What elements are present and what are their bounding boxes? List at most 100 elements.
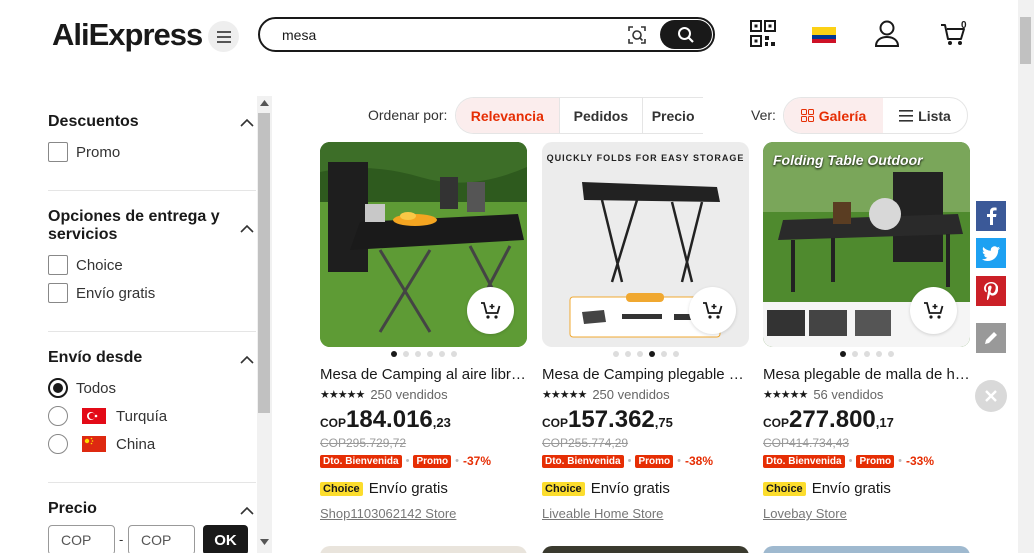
original-price: COP295.729,72 (320, 436, 407, 450)
product-card[interactable]: Mesa de Camping al aire libre plegable ★… (320, 142, 527, 532)
store-link[interactable]: Lovebay Store (763, 506, 847, 521)
product-rating: ★★★★★ 250 vendidos (542, 387, 670, 402)
original-price: COP255.774,29 (542, 436, 629, 450)
product-price: COP157.362,75 (542, 406, 673, 433)
account-icon[interactable] (874, 20, 900, 53)
twitter-share-button[interactable] (976, 238, 1006, 268)
ships-from-title: Envío desde (48, 349, 143, 366)
search-bar (258, 17, 715, 52)
close-icon (985, 390, 997, 402)
product-title[interactable]: Mesa de Camping al aire libre plegable (320, 366, 527, 383)
product-price: COP277.800,17 (763, 406, 894, 433)
ships-from-china[interactable]: China (48, 434, 155, 454)
filter-choice[interactable]: Choice (48, 255, 123, 275)
qr-code-icon[interactable] (750, 20, 776, 53)
sort-label: Ordenar por: (368, 107, 448, 123)
search-input[interactable] (282, 25, 612, 45)
ships-from-turkey[interactable]: Turquía (48, 406, 167, 426)
chevron-up-icon[interactable] (240, 114, 254, 132)
original-price: COP414.734,43 (763, 436, 850, 450)
filter-promo[interactable]: Promo (48, 142, 120, 162)
add-to-cart-button[interactable] (910, 287, 957, 334)
search-icon (678, 26, 694, 43)
china-flag-icon (82, 436, 106, 452)
pinterest-icon (984, 282, 998, 300)
promo-badges: Dto. Bienvenida • Promo • -38% (542, 454, 713, 468)
product-title[interactable]: Mesa de Camping plegable portátil (542, 366, 749, 383)
star-rating-icon: ★★★★★ (320, 389, 365, 401)
list-icon (899, 109, 914, 122)
cart-count: 0 (961, 20, 967, 31)
filter-sidebar: Descuentos Promo Opciones de entrega y s… (48, 96, 258, 553)
image-carousel-dots[interactable] (763, 351, 970, 357)
add-cart-icon (702, 301, 722, 319)
add-cart-icon (923, 301, 943, 319)
header: AliExpress 0 (0, 0, 1018, 70)
twitter-icon (982, 245, 1000, 261)
product-card-next[interactable] (320, 546, 527, 553)
star-rating-icon: ★★★★★ (542, 389, 587, 401)
product-image[interactable]: QUICKLY FOLDS FOR EASY STORAGE (542, 142, 749, 347)
promo-badges: Dto. Bienvenida • Promo • -33% (763, 454, 934, 468)
view-tabs: Galería Lista (783, 97, 968, 134)
add-to-cart-button[interactable] (467, 287, 514, 334)
price-max-input[interactable]: COP (128, 525, 195, 553)
promo-badges: Dto. Bienvenida • Promo • -37% (320, 454, 491, 468)
sidebar-scrollbar[interactable] (257, 96, 272, 553)
shipping-info: Choice Envío gratis (320, 480, 448, 497)
sort-tabs: Relevancia Pedidos Precio (455, 97, 703, 134)
sort-price-tab[interactable]: Precio (643, 98, 703, 133)
delivery-title: Opciones de entrega y servicios (48, 208, 220, 243)
edit-button[interactable] (976, 323, 1006, 353)
product-rating: ★★★★★ 56 vendidos (763, 387, 884, 402)
colombia-flag-icon[interactable] (812, 27, 836, 43)
product-rating: ★★★★★ 250 vendidos (320, 387, 448, 402)
grid-icon (800, 109, 814, 122)
edit-icon (985, 332, 997, 344)
filter-free-shipping[interactable]: Envío gratis (48, 283, 155, 303)
sort-orders-tab[interactable]: Pedidos (560, 98, 644, 133)
store-link[interactable]: Shop1103062142 Store (320, 506, 456, 521)
ships-from-all[interactable]: Todos (48, 378, 116, 398)
pinterest-share-button[interactable] (976, 276, 1006, 306)
image-caption: QUICKLY FOLDS FOR EASY STORAGE (546, 153, 745, 163)
aliexpress-logo[interactable]: AliExpress (52, 17, 203, 53)
product-card[interactable]: QUICKLY FOLDS FOR EASY STORAGE Mesa de C… (542, 142, 749, 532)
product-card-next[interactable] (542, 546, 749, 553)
shipping-info: Choice Envío gratis (542, 480, 670, 497)
page-scrollbar[interactable] (1018, 0, 1034, 553)
price-min-input[interactable]: COP (48, 525, 115, 553)
close-share-button[interactable] (975, 380, 1007, 412)
price-title: Precio (48, 500, 97, 517)
image-carousel-dots[interactable] (542, 351, 749, 357)
view-label: Ver: (751, 107, 776, 123)
image-caption: Folding Table Outdoor (773, 152, 923, 168)
image-search-icon[interactable] (627, 25, 647, 50)
image-carousel-dots[interactable] (320, 351, 527, 357)
sort-relevance-tab[interactable]: Relevancia (456, 98, 560, 133)
facebook-share-button[interactable] (976, 201, 1006, 231)
chevron-up-icon[interactable] (240, 502, 254, 520)
hamburger-icon (216, 30, 231, 43)
add-cart-icon (480, 301, 500, 319)
search-button[interactable] (660, 20, 712, 49)
product-image[interactable] (320, 142, 527, 347)
product-card-next[interactable] (763, 546, 970, 553)
product-card[interactable]: Folding Table Outdoor Mesa plegable de m… (763, 142, 970, 532)
turkey-flag-icon (82, 408, 106, 424)
product-price: COP184.016,23 (320, 406, 451, 433)
chevron-up-icon[interactable] (240, 351, 254, 369)
view-list-tab[interactable]: Lista (883, 98, 967, 133)
chevron-up-icon[interactable] (240, 220, 254, 238)
menu-button[interactable] (208, 21, 239, 52)
shipping-info: Choice Envío gratis (763, 480, 891, 497)
store-link[interactable]: Liveable Home Store (542, 506, 663, 521)
view-gallery-tab[interactable]: Galería (784, 98, 883, 133)
star-rating-icon: ★★★★★ (763, 389, 808, 401)
facebook-icon (987, 207, 997, 225)
price-ok-button[interactable]: OK (203, 525, 248, 553)
discounts-title: Descuentos (48, 113, 139, 130)
product-image[interactable]: Folding Table Outdoor (763, 142, 970, 347)
product-title[interactable]: Mesa plegable de malla de hierro (763, 366, 970, 383)
add-to-cart-button[interactable] (689, 287, 736, 334)
